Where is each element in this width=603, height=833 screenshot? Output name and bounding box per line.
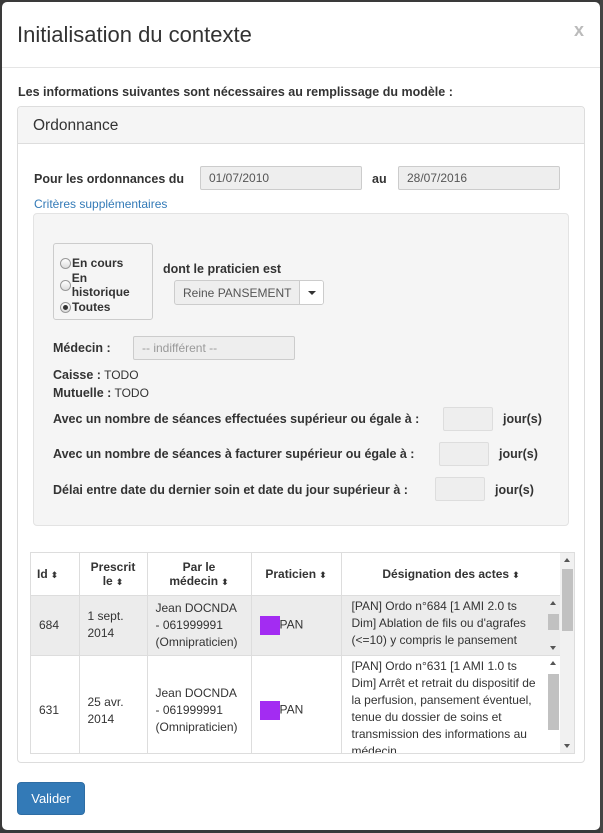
- designation-text: [PAN] Ordo n°631 [1 AMI 1.0 ts Dim] Arrê…: [351, 658, 536, 754]
- panel-heading: Ordonnance: [18, 107, 584, 144]
- mutuelle-line: Mutuelle : TODO: [53, 386, 149, 400]
- sort-icon[interactable]: ⬍: [319, 570, 327, 580]
- designation-text: [PAN] Ordo n°684 [1 AMI 2.0 ts Dim] Abla…: [351, 598, 526, 647]
- ordonnance-panel: Ordonnance Pour les ordonnances du 01/07…: [17, 106, 585, 763]
- scroll-thumb[interactable]: [547, 613, 559, 630]
- seances-effectuees-label: Avec un nombre de séances effectuées sup…: [53, 412, 420, 426]
- date-to-label: au: [372, 172, 387, 186]
- cell-praticien: PAN: [251, 595, 342, 656]
- seances-facturer-input[interactable]: [439, 442, 489, 466]
- mutuelle-value: TODO: [114, 386, 149, 400]
- col-medecin-label: Par le médecin: [169, 559, 219, 588]
- practitioner-select[interactable]: Reine PANSEMENT: [174, 280, 324, 305]
- unit-label: jour(s): [495, 483, 534, 497]
- scroll-thumb[interactable]: [562, 569, 573, 631]
- cell-designation: [PAN] Ordo n°631 [1 AMI 1.0 ts Dim] Arrê…: [341, 655, 562, 754]
- status-radio-group: En cours En historique Toutes: [53, 243, 153, 320]
- caret-down-icon: [308, 291, 316, 295]
- sort-icon[interactable]: ⬍: [116, 577, 124, 587]
- praticien-color-swatch: [259, 615, 280, 635]
- scroll-down-icon[interactable]: [564, 744, 570, 748]
- praticien-code: PAN: [279, 617, 304, 632]
- scroll-up-icon[interactable]: [564, 558, 570, 562]
- dropdown-toggle[interactable]: [299, 281, 323, 304]
- cell-medecin: Jean DOCNDA - 061999991 (Omnipraticien): [147, 655, 252, 753]
- criteria-well: En cours En historique Toutes dont le pr…: [33, 213, 569, 526]
- modal-header: Initialisation du contexte x: [2, 2, 600, 68]
- context-modal: Initialisation du contexte x Les informa…: [2, 2, 600, 830]
- radio-label: En historique: [71, 271, 130, 299]
- col-prescrit[interactable]: Prescrit le ⬍: [79, 553, 148, 596]
- delai-label: Délai entre date du dernier soin et date…: [53, 483, 408, 497]
- radio-label: En cours: [72, 256, 124, 270]
- cell-praticien: PAN: [251, 655, 342, 753]
- radio-icon[interactable]: [60, 257, 71, 269]
- medecin-label: Médecin :: [53, 341, 111, 355]
- col-designation-label: Désignation des actes: [382, 566, 510, 581]
- scroll-down-icon[interactable]: [549, 645, 556, 650]
- col-praticien-label: Praticien: [265, 566, 317, 581]
- cell-scrollbar[interactable]: [547, 598, 559, 653]
- date-from-label: Pour les ordonnances du: [34, 172, 185, 186]
- valider-button[interactable]: Valider: [17, 782, 85, 815]
- unit-label: jour(s): [499, 447, 538, 461]
- seances-effectuees-input[interactable]: [443, 407, 493, 431]
- col-id[interactable]: Id ⬍: [31, 553, 80, 596]
- cell-designation: [PAN] Ordo n°684 [1 AMI 2.0 ts Dim] Abla…: [341, 595, 562, 656]
- col-id-label: Id: [37, 566, 48, 581]
- radio-checked-icon[interactable]: [60, 301, 71, 313]
- cell-medecin: Jean DOCNDA - 061999991 (Omnipraticien): [147, 595, 252, 656]
- table-row[interactable]: 631 25 avr. 2014 Jean DOCNDA - 061999991…: [31, 655, 562, 754]
- caisse-line: Caisse : TODO: [53, 368, 139, 382]
- practitioner-label: dont le praticien est: [163, 262, 282, 276]
- scroll-up-icon[interactable]: [549, 660, 556, 665]
- criteria-link[interactable]: Critères supplémentaires: [34, 197, 167, 211]
- praticien-color-swatch: [259, 701, 280, 720]
- scroll-up-icon[interactable]: [549, 600, 556, 605]
- cell-scrollbar[interactable]: [547, 658, 559, 754]
- sort-icon[interactable]: ⬍: [512, 570, 520, 580]
- close-button[interactable]: x: [574, 20, 584, 41]
- caisse-value: TODO: [104, 368, 139, 382]
- sort-icon[interactable]: ⬍: [221, 577, 229, 587]
- date-from-input[interactable]: 01/07/2010: [200, 166, 362, 190]
- cell-id: 631: [31, 655, 80, 753]
- ordonnances-table-wrap: Id ⬍ Prescrit le ⬍ Par le médecin ⬍ Pratici…: [30, 552, 575, 754]
- ordonnances-table: Id ⬍ Prescrit le ⬍ Par le médecin ⬍ Pratici…: [31, 553, 562, 754]
- intro-text: Les informations suivantes sont nécessai…: [18, 85, 453, 99]
- date-to-input[interactable]: 28/07/2016: [398, 166, 560, 190]
- col-praticien[interactable]: Praticien ⬍: [251, 553, 342, 596]
- caisse-label: Caisse :: [53, 368, 101, 382]
- col-medecin[interactable]: Par le médecin ⬍: [147, 553, 252, 596]
- unit-label: jour(s): [503, 412, 542, 426]
- scroll-thumb[interactable]: [547, 673, 559, 730]
- col-designation[interactable]: Désignation des actes ⬍: [341, 553, 562, 596]
- praticien-code: PAN: [279, 702, 304, 717]
- table-scrollbar[interactable]: [560, 553, 574, 753]
- medecin-select[interactable]: -- indifférent --: [133, 336, 295, 360]
- modal-title: Initialisation du contexte: [17, 22, 252, 47]
- radio-en-historique[interactable]: En historique: [60, 271, 146, 299]
- radio-toutes[interactable]: Toutes: [60, 296, 146, 318]
- table-header-row: Id ⬍ Prescrit le ⬍ Par le médecin ⬍ Pratici…: [31, 553, 562, 596]
- cell-id: 684: [31, 595, 80, 656]
- radio-icon[interactable]: [60, 279, 71, 291]
- practitioner-value: Reine PANSEMENT: [183, 286, 292, 300]
- radio-label: Toutes: [72, 300, 111, 314]
- delai-input[interactable]: [435, 477, 485, 501]
- cell-prescrit: 1 sept. 2014: [79, 595, 148, 656]
- mutuelle-label: Mutuelle :: [53, 386, 112, 400]
- seances-facturer-label: Avec un nombre de séances à facturer sup…: [53, 447, 415, 461]
- col-prescrit-label: Prescrit le: [90, 559, 136, 588]
- cell-prescrit: 25 avr. 2014: [79, 655, 148, 753]
- sort-icon[interactable]: ⬍: [51, 570, 59, 580]
- table-row[interactable]: 684 1 sept. 2014 Jean DOCNDA - 061999991…: [31, 595, 562, 656]
